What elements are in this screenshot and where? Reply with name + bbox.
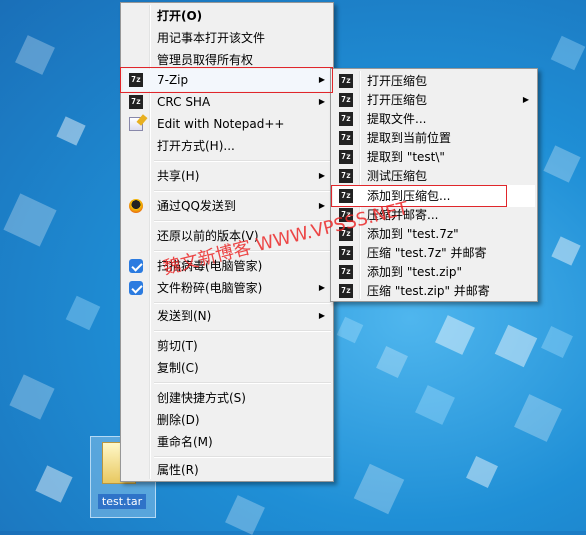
shield-icon bbox=[129, 281, 143, 295]
menu-item-copy[interactable]: 复制(C) bbox=[123, 357, 331, 379]
shield-icon bbox=[129, 259, 143, 273]
menu-item-label: 打开方式(H)... bbox=[157, 139, 235, 153]
menu-item-rename[interactable]: 重命名(M) bbox=[123, 431, 331, 453]
menu-item-label: 测试压缩包 bbox=[367, 169, 428, 183]
highlight-box-add-to-archive bbox=[331, 185, 507, 207]
submenu-arrow-icon: ▶ bbox=[318, 283, 325, 292]
sevenzip-icon: 7z bbox=[339, 246, 353, 260]
menu-item-label: 添加到 "test.zip" bbox=[367, 265, 462, 279]
sevenzip-icon: 7z bbox=[339, 284, 353, 298]
menu-separator bbox=[154, 160, 331, 162]
menu-item-file-shred[interactable]: 文件粉碎(电脑管家) ▶ bbox=[123, 277, 331, 299]
menu-item-label: 打开(O) bbox=[157, 9, 203, 23]
menu-separator bbox=[154, 330, 331, 332]
menu-item-delete[interactable]: 删除(D) bbox=[123, 409, 331, 431]
highlight-box-7zip bbox=[120, 67, 333, 93]
menu-item-label: 文件粉碎(电脑管家) bbox=[157, 281, 263, 295]
menu-item-label: 删除(D) bbox=[157, 413, 200, 427]
menu-item-send-via-qq[interactable]: 通过QQ发送到 ▶ bbox=[123, 195, 331, 217]
sevenzip-icon: 7z bbox=[339, 131, 353, 145]
sevenzip-icon: 7z bbox=[339, 112, 353, 126]
menu-item-open-with-notepad[interactable]: 用记事本打开该文件 bbox=[123, 27, 331, 49]
submenu-arrow-icon: ▶ bbox=[318, 97, 325, 106]
menu-item-label: 创建快捷方式(S) bbox=[157, 391, 246, 405]
sevenzip-icon: 7z bbox=[129, 95, 143, 109]
menu-item-label: CRC SHA bbox=[157, 95, 211, 109]
qq-icon bbox=[129, 199, 143, 213]
menu-item-label: 提取文件... bbox=[367, 112, 427, 126]
sevenzip-icon: 7z bbox=[339, 74, 353, 88]
menu-item-label: 共享(H) bbox=[157, 169, 200, 183]
menu-item-open[interactable]: 打开(O) bbox=[123, 5, 331, 27]
menu-item-cut[interactable]: 剪切(T) bbox=[123, 335, 331, 357]
menu-separator bbox=[154, 190, 331, 192]
menu-item-label: 添加到 "test.7z" bbox=[367, 227, 459, 241]
menu-item-properties[interactable]: 属性(R) bbox=[123, 459, 331, 481]
menu-item-share[interactable]: 共享(H) ▶ bbox=[123, 165, 331, 187]
menu-item-label: 压缩 "test.7z" 并邮寄 bbox=[367, 246, 487, 260]
menu-item-send-to[interactable]: 发送到(N) ▶ bbox=[123, 305, 331, 327]
menu-item-label: 发送到(N) bbox=[157, 309, 212, 323]
menu-item-crc-sha[interactable]: 7z CRC SHA ▶ bbox=[123, 91, 331, 113]
menu-item-label: 剪切(T) bbox=[157, 339, 198, 353]
menu-item-label: Edit with Notepad++ bbox=[157, 117, 285, 131]
menu-item-label: 提取到 "test\" bbox=[367, 150, 445, 164]
sevenzip-icon: 7z bbox=[339, 150, 353, 164]
menu-item-label: 用记事本打开该文件 bbox=[157, 31, 266, 45]
menu-item-label: 管理员取得所有权 bbox=[157, 53, 254, 67]
menu-item-label: 压缩 "test.zip" 并邮寄 bbox=[367, 284, 490, 298]
menu-item-label: 打开压缩包 bbox=[367, 93, 428, 107]
menu-item-label: 通过QQ发送到 bbox=[157, 199, 236, 213]
menu-item-label: 打开压缩包 bbox=[367, 74, 428, 88]
menu-item-open-with[interactable]: 打开方式(H)... bbox=[123, 135, 331, 157]
submenu-arrow-icon: ▶ bbox=[318, 311, 325, 320]
file-name-label: test.tar bbox=[98, 494, 146, 509]
notepad-icon bbox=[129, 117, 143, 131]
menu-item-create-shortcut[interactable]: 创建快捷方式(S) bbox=[123, 387, 331, 409]
menu-item-label: 提取到当前位置 bbox=[367, 131, 452, 145]
menu-item-label: 复制(C) bbox=[157, 361, 199, 375]
submenu-item-compress-zip-email[interactable]: 7z 压缩 "test.zip" 并邮寄 bbox=[333, 280, 535, 302]
sevenzip-icon: 7z bbox=[339, 169, 353, 183]
submenu-item-test-archive[interactable]: 7z 测试压缩包 bbox=[333, 165, 535, 187]
menu-separator bbox=[154, 302, 331, 304]
sevenzip-icon: 7z bbox=[339, 93, 353, 107]
menu-separator bbox=[154, 382, 331, 384]
sevenzip-icon: 7z bbox=[339, 265, 353, 279]
menu-item-label: 重命名(M) bbox=[157, 435, 213, 449]
menu-separator bbox=[154, 456, 331, 458]
menu-item-edit-notepadpp[interactable]: Edit with Notepad++ bbox=[123, 113, 331, 135]
menu-item-label: 属性(R) bbox=[157, 463, 199, 477]
submenu-arrow-icon: ▶ bbox=[318, 171, 325, 180]
